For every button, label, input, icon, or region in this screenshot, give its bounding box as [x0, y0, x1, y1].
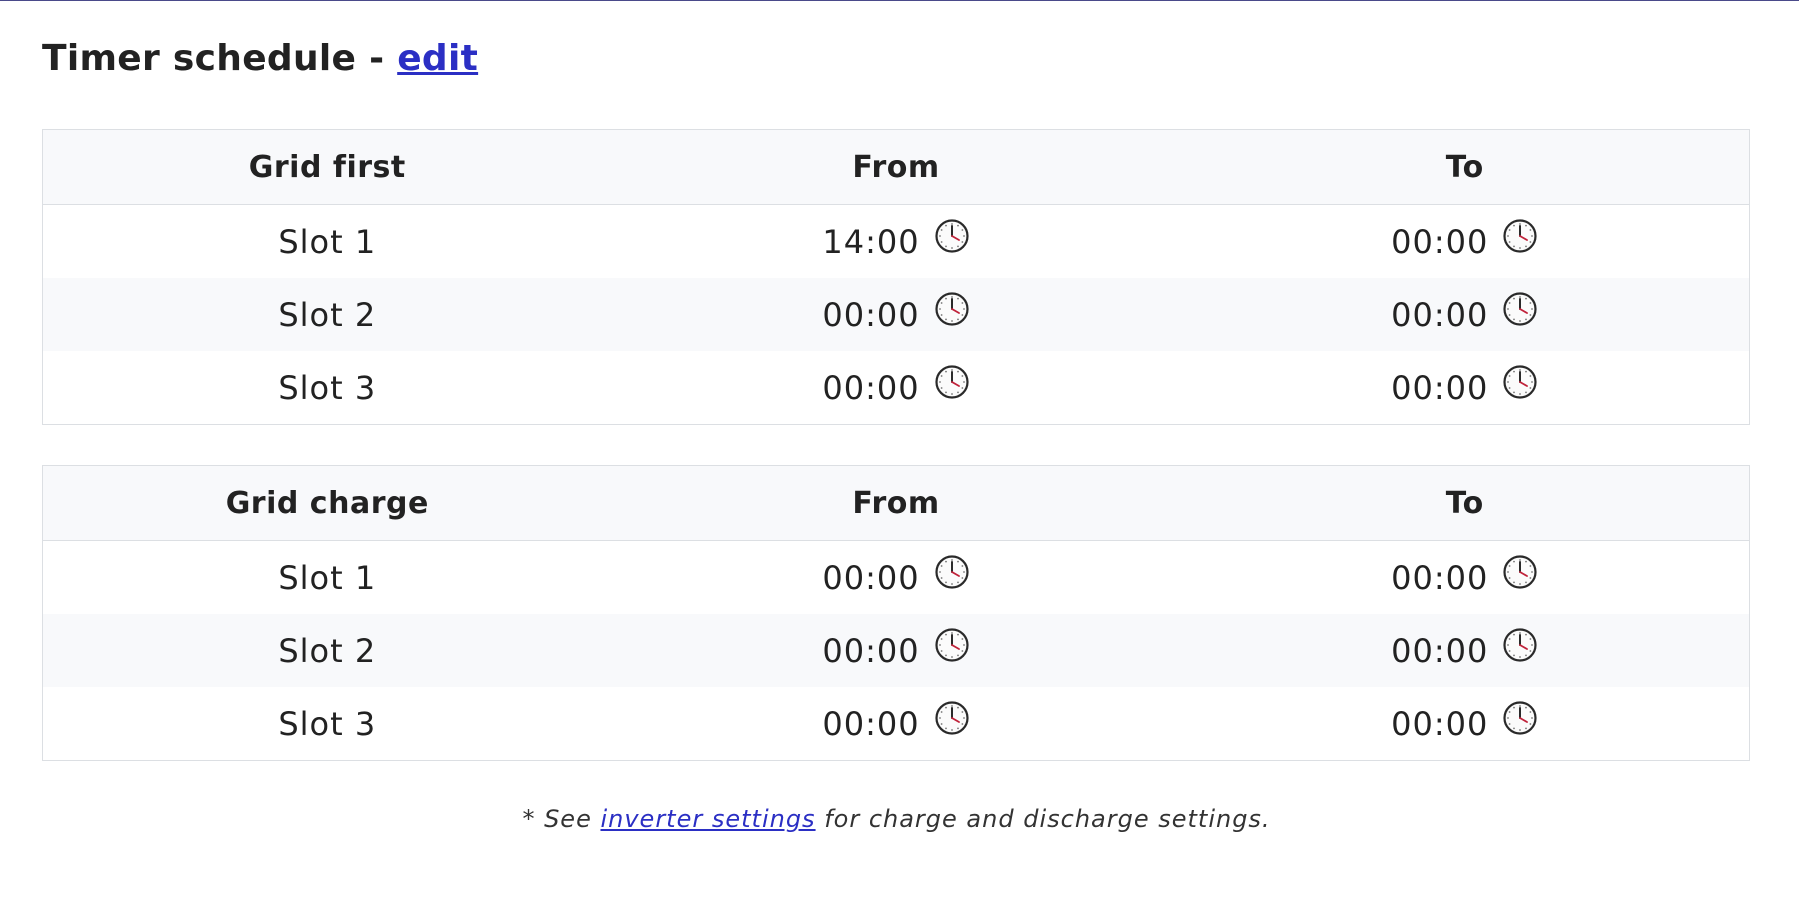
to-time-cell: 00:00 [1181, 541, 1750, 615]
page-title-text: Timer schedule - [42, 38, 398, 79]
table-header-row: Grid first From To [42, 129, 1750, 205]
from-time-value: 14:00 [822, 223, 920, 261]
to-time-value: 00:00 [1391, 369, 1489, 407]
edit-link[interactable]: edit [397, 38, 478, 79]
column-header-to: To [1180, 465, 1750, 541]
to-time-cell: 00:00 [1180, 278, 1750, 351]
slot-label: Slot 2 [42, 278, 612, 351]
slot-label: Slot 3 [278, 704, 377, 743]
from-time-cell: 00:00 [611, 278, 1181, 351]
table-row: Slot 2 00:00 00:00 [42, 278, 1750, 351]
table-row: Slot 1 00:00 00:00 [43, 541, 1750, 615]
from-time-cell: 14:00 [612, 205, 1181, 279]
footnote: * See inverter settings for charge and d… [42, 805, 1751, 833]
column-header-mode: Grid first [42, 129, 612, 205]
to-time-value: 00:00 [1391, 559, 1489, 597]
clock-icon [1502, 291, 1538, 335]
from-time-value: 00:00 [822, 559, 920, 597]
to-time-cell: 00:00 [1180, 614, 1750, 687]
inverter-settings-link[interactable]: inverter settings [600, 805, 815, 833]
timer-schedule-page: Timer schedule - edit Grid first From To… [42, 0, 1751, 833]
from-time-value: 00:00 [822, 369, 920, 407]
clock-icon [934, 700, 970, 744]
to-time-cell: 00:00 [1181, 351, 1750, 425]
slot-label: Slot 3 [278, 368, 377, 407]
from-time-value: 00:00 [822, 632, 920, 670]
to-time-value: 00:00 [1391, 296, 1489, 334]
footnote-prefix: * See [522, 805, 601, 833]
clock-icon [1502, 627, 1538, 671]
from-time-cell: 00:00 [612, 687, 1181, 761]
column-header-mode: Grid charge [42, 465, 612, 541]
footnote-suffix: for charge and discharge settings. [815, 805, 1271, 833]
slot-label: Slot 1 [278, 558, 377, 597]
to-time-cell: 00:00 [1181, 687, 1750, 761]
clock-icon [934, 554, 970, 598]
table-row: Slot 3 00:00 00:00 [43, 687, 1750, 761]
clock-icon [1502, 364, 1538, 408]
grid-first-table: Grid first From To Slot 1 14:00 00:00 Sl… [42, 129, 1750, 425]
slot-label: Slot 2 [42, 614, 612, 687]
from-time-value: 00:00 [822, 296, 920, 334]
to-time-value: 00:00 [1391, 632, 1489, 670]
clock-icon [934, 364, 970, 408]
table-row: Slot 2 00:00 00:00 [42, 614, 1750, 687]
from-time-cell: 00:00 [612, 351, 1181, 425]
grid-charge-table: Grid charge From To Slot 1 00:00 00:00 S… [42, 465, 1750, 761]
clock-icon [934, 291, 970, 335]
table-row: Slot 3 00:00 00:00 [43, 351, 1750, 425]
clock-icon [1502, 700, 1538, 744]
clock-icon [934, 218, 970, 262]
from-time-value: 00:00 [822, 705, 920, 743]
column-header-to: To [1180, 129, 1750, 205]
table-header-row: Grid charge From To [42, 465, 1750, 541]
clock-icon [1502, 218, 1538, 262]
column-header-from: From [611, 465, 1181, 541]
from-time-cell: 00:00 [612, 541, 1181, 615]
clock-icon [934, 627, 970, 671]
clock-icon [1502, 554, 1538, 598]
to-time-value: 00:00 [1391, 223, 1489, 261]
column-header-from: From [611, 129, 1181, 205]
to-time-value: 00:00 [1391, 705, 1489, 743]
table-row: Slot 1 14:00 00:00 [43, 205, 1750, 279]
slot-label: Slot 1 [278, 222, 377, 261]
to-time-cell: 00:00 [1181, 205, 1750, 279]
page-title: Timer schedule - edit [42, 38, 1751, 82]
from-time-cell: 00:00 [611, 614, 1181, 687]
